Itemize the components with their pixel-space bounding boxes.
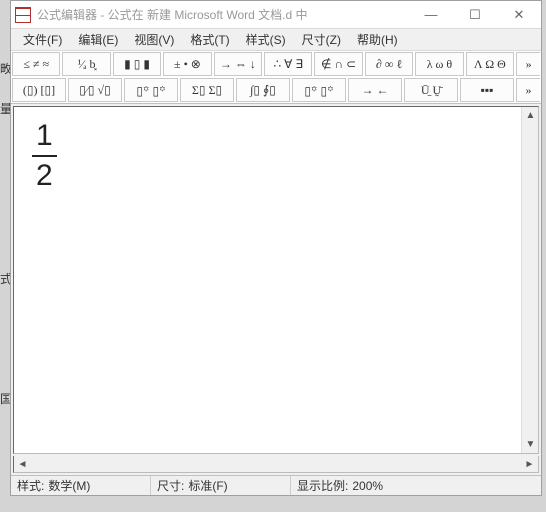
palette-embellish[interactable]: ▮ ▯ ▮ [113, 52, 161, 76]
template-sums[interactable]: Σ▯ Σ▯ [180, 78, 234, 102]
symbol-toolbar: ≤ ≠ ≈ ¹⁄ₐ b͓ ▮ ▯ ▮ ± • ⊗ → ⇔ ↓ ∴ ∀ ∃ ∉ ∩… [11, 51, 541, 104]
menu-size[interactable]: 尺寸(Z) [294, 29, 349, 50]
close-button[interactable]: ✕ [497, 1, 541, 28]
scroll-up-icon[interactable]: ▲ [522, 107, 539, 124]
fraction-line [32, 155, 57, 157]
status-zoom[interactable]: 显示比例: 200% [291, 476, 541, 495]
status-style-value: 数学(M) [48, 477, 90, 494]
template-fractions[interactable]: ▯⁄▯ √▯ [68, 78, 122, 102]
toolbar-overflow-2[interactable]: » [516, 78, 540, 102]
fraction[interactable]: 1 2 [32, 121, 57, 191]
scroll-down-icon[interactable]: ▼ [522, 436, 539, 453]
app-icon [15, 7, 31, 23]
scroll-left-icon[interactable]: ◄ [14, 456, 31, 473]
status-zoom-label: 显示比例: [297, 477, 348, 494]
toolbar-row-1: ≤ ≠ ≈ ¹⁄ₐ b͓ ▮ ▯ ▮ ± • ⊗ → ⇔ ↓ ∴ ∀ ∃ ∉ ∩… [11, 51, 541, 77]
toolbar-overflow-1[interactable]: » [516, 52, 540, 76]
vertical-scrollbar[interactable]: ▲ ▼ [521, 107, 538, 453]
status-size[interactable]: 尺寸: 标准(F) [151, 476, 291, 495]
hscroll-track[interactable] [31, 456, 521, 472]
menu-file[interactable]: 文件(F) [15, 29, 70, 50]
equation-area[interactable]: 1 2 ▲ ▼ [13, 106, 539, 454]
palette-spaces[interactable]: ¹⁄ₐ b͓ [62, 52, 110, 76]
menu-edit[interactable]: 编辑(E) [70, 29, 126, 50]
template-integrals[interactable]: ∫▯ ∮▯ [236, 78, 290, 102]
fraction-denominator[interactable]: 2 [32, 159, 57, 191]
template-underover[interactable]: ▯꙳ ▯꙳ [292, 78, 346, 102]
menu-help[interactable]: 帮助(H) [349, 29, 406, 50]
menu-view[interactable]: 视图(V) [126, 29, 182, 50]
maximize-button[interactable]: ☐ [453, 1, 497, 28]
palette-greek-upper[interactable]: Λ Ω Θ [466, 52, 514, 76]
minimize-button[interactable]: — [409, 1, 453, 28]
palette-relational[interactable]: ≤ ≠ ≈ [12, 52, 60, 76]
horizontal-scrollbar[interactable]: ◄ ► [13, 456, 539, 473]
status-size-label: 尺寸: [157, 477, 184, 494]
menubar: 文件(F) 编辑(E) 视图(V) 格式(T) 样式(S) 尺寸(Z) 帮助(H… [11, 29, 541, 51]
template-matrices[interactable]: ▪▪▪ [460, 78, 514, 102]
window-title: 公式编辑器 - 公式在 新建 Microsoft Word 文档.d 中 [37, 6, 409, 23]
titlebar[interactable]: 公式编辑器 - 公式在 新建 Microsoft Word 文档.d 中 — ☐… [11, 1, 541, 29]
palette-set-theory[interactable]: ∉ ∩ ⊂ [314, 52, 362, 76]
template-fences[interactable]: (▯) [▯] [12, 78, 66, 102]
palette-greek-lower[interactable]: λ ω θ [415, 52, 463, 76]
equation-content[interactable]: 1 2 [14, 107, 521, 453]
status-zoom-value: 200% [352, 479, 383, 493]
menu-style[interactable]: 样式(S) [238, 29, 294, 50]
palette-operators[interactable]: ± • ⊗ [163, 52, 211, 76]
palette-logical[interactable]: ∴ ∀ ∃ [264, 52, 312, 76]
status-style[interactable]: 样式: 数学(M) [11, 476, 151, 495]
template-labeled-arrows[interactable]: → ← [348, 78, 402, 102]
template-scripts[interactable]: ▯꙳ ▯꙳ [124, 78, 178, 102]
status-style-label: 样式: [17, 477, 44, 494]
menu-format[interactable]: 格式(T) [182, 29, 237, 50]
toolbar-row-2: (▯) [▯] ▯⁄▯ √▯ ▯꙳ ▯꙳ Σ▯ Σ▯ ∫▯ ∮▯ ▯꙳ ▯꙳ →… [11, 77, 541, 103]
statusbar: 样式: 数学(M) 尺寸: 标准(F) 显示比例: 200% [11, 475, 541, 495]
equation-editor-window: 公式编辑器 - 公式在 新建 Microsoft Word 文档.d 中 — ☐… [10, 0, 542, 496]
scroll-right-icon[interactable]: ► [521, 456, 538, 473]
template-products[interactable]: Ū̱ Ṵ̄ [404, 78, 458, 102]
vscroll-track[interactable] [522, 124, 538, 436]
fraction-numerator[interactable]: 1 [32, 121, 57, 153]
palette-arrows[interactable]: → ⇔ ↓ [214, 52, 262, 76]
palette-misc[interactable]: ∂ ∞ ℓ [365, 52, 413, 76]
status-size-value: 标准(F) [188, 477, 227, 494]
